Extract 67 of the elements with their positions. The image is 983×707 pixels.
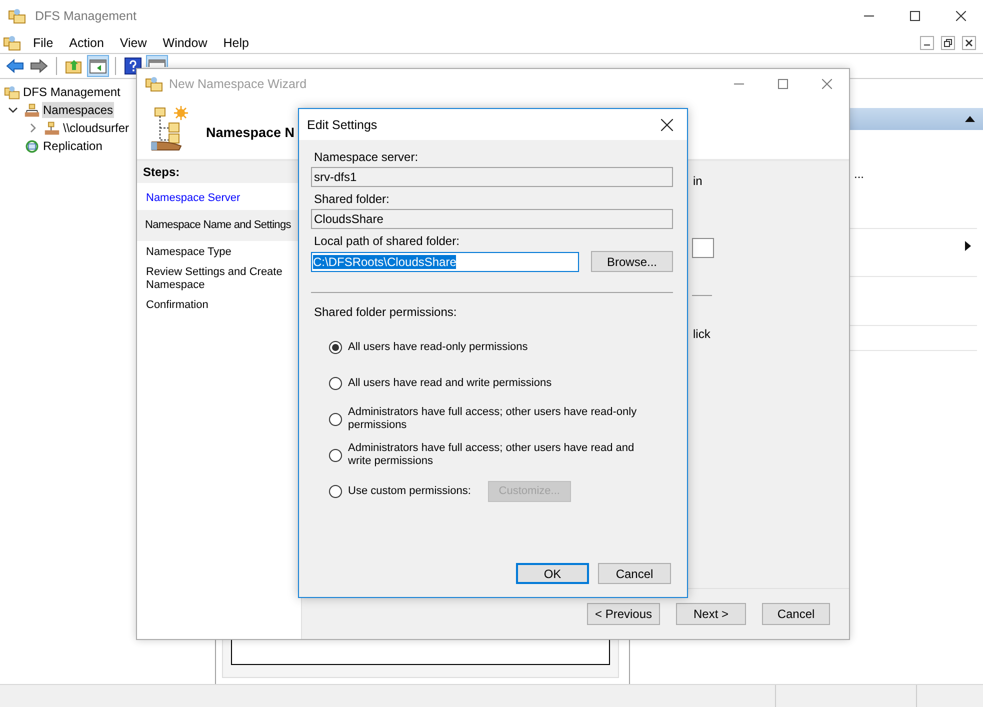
radio-button[interactable]: [329, 412, 342, 426]
menu-item[interactable]: File: [25, 36, 62, 50]
path-input[interactable]: C:\DFSRoots\CloudsShare: [311, 252, 579, 272]
text-fragment: in: [693, 174, 702, 188]
menu-item[interactable]: Action: [61, 36, 112, 50]
wizard-button[interactable]: Next >: [676, 603, 746, 625]
window-title: DFS Management: [35, 9, 136, 23]
tree-item[interactable]: \\cloudsurfer: [62, 120, 130, 136]
restore-icon[interactable]: [941, 36, 955, 50]
menu-item[interactable]: Window: [154, 36, 216, 50]
collapse-icon[interactable]: [965, 116, 975, 122]
folder-icon: [145, 76, 163, 92]
ok-button[interactable]: OK: [516, 563, 589, 584]
radio-button[interactable]: [329, 484, 342, 498]
help-button[interactable]: [122, 55, 144, 77]
field-label: Shared folder:: [313, 192, 390, 206]
sync-icon: [24, 138, 40, 154]
window-title: New Namespace Wizard: [169, 76, 307, 90]
radio-button[interactable]: [329, 448, 342, 462]
folder-tree-icon: [151, 106, 191, 152]
option-label[interactable]: Administrators have full access; other users have read and write permissions: [348, 442, 658, 468]
readonly-field: srv-dfs1: [311, 167, 673, 187]
minimize-icon[interactable]: [920, 36, 934, 50]
submenu-arrow-icon[interactable]: [965, 241, 971, 251]
wizard-step[interactable]: Namespace Name and Settings: [137, 210, 301, 241]
namespace-folder-icon: [24, 102, 40, 118]
chevron-down-icon[interactable]: [8, 105, 18, 115]
radio-button[interactable]: [329, 340, 342, 354]
wizard-step[interactable]: Namespace Server: [137, 187, 301, 210]
close-icon[interactable]: [956, 11, 966, 21]
folder-icon: [8, 8, 26, 24]
wizard-button[interactable]: Cancel: [762, 603, 830, 625]
wizard-step[interactable]: Namespace Type: [137, 241, 301, 264]
pane-toggle-button[interactable]: [146, 55, 168, 67]
option-label[interactable]: All users have read and write permissions: [348, 376, 552, 390]
folder-icon: [3, 34, 21, 50]
shared-folder-icon: [44, 120, 60, 136]
option-label[interactable]: Use custom permissions:: [348, 484, 471, 498]
option-label[interactable]: All users have read-only permissions: [348, 340, 528, 354]
menu-item[interactable]: View: [112, 36, 155, 50]
tree-toggle-button[interactable]: [87, 55, 109, 77]
wizard-button[interactable]: < Previous: [587, 603, 660, 625]
readonly-field: CloudsShare: [311, 209, 673, 229]
input-field[interactable]: [692, 238, 714, 258]
text-fragment: lick: [693, 327, 710, 341]
close-icon[interactable]: [962, 36, 976, 50]
option-label[interactable]: Administrators have full access; other users have read-only permissions: [348, 406, 658, 432]
dialog-title: Edit Settings: [307, 118, 378, 132]
field-label: Local path of shared folder:: [313, 234, 460, 248]
steps-heading: Steps:: [137, 161, 301, 183]
chevron-right-icon[interactable]: [28, 123, 38, 133]
browse-button[interactable]: Browse...: [591, 251, 673, 272]
wizard-step[interactable]: Review Settings and Create Namespace: [137, 264, 301, 294]
tree-item[interactable]: Replication: [42, 138, 104, 154]
action-text[interactable]: ...: [854, 167, 864, 181]
maximize-icon[interactable]: [910, 11, 920, 21]
cancel-button[interactable]: Cancel: [598, 563, 671, 584]
radio-button[interactable]: [329, 376, 342, 390]
menu-item[interactable]: Help: [215, 36, 257, 50]
close-icon[interactable]: [661, 118, 673, 130]
permissions-label: Shared folder permissions:: [313, 305, 458, 319]
wizard-heading: Namespace N: [206, 125, 295, 140]
wizard-step[interactable]: Confirmation: [137, 294, 301, 317]
tree-item[interactable]: DFS Management: [22, 84, 122, 100]
tree-item[interactable]: Namespaces: [42, 102, 114, 118]
folders-icon: [4, 84, 20, 100]
field-label: Namespace server:: [313, 150, 420, 164]
